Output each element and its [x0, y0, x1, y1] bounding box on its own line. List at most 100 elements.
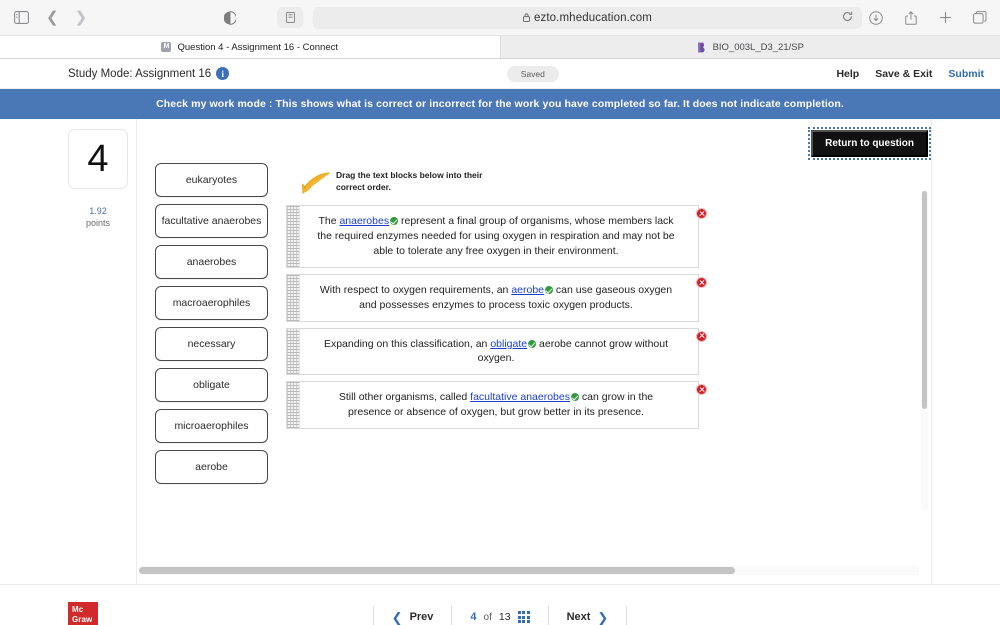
prev-button[interactable]: ❮ Prev	[373, 606, 453, 625]
drag-handle-icon[interactable]	[287, 382, 300, 428]
drag-instruction: Drag the text blocks below into their co…	[300, 167, 482, 197]
filled-answer[interactable]: facultative anaerobes	[470, 391, 570, 403]
word-chip-label: aerobe	[195, 461, 228, 473]
word-chip-label: macroaerophiles	[173, 297, 251, 309]
tab-strip: M Question 4 - Assignment 16 - Connect B…	[0, 35, 1000, 58]
vertical-scrollbar-thumb[interactable]	[922, 191, 927, 409]
study-mode-text: Study Mode: Assignment 16	[68, 68, 211, 80]
mcgraw-hill-logo: Mc Graw Hill	[68, 602, 98, 625]
word-chip[interactable]: necessary	[155, 327, 268, 361]
remove-answer-button[interactable]	[696, 208, 707, 219]
browser-toolbar: ❮ ❯	[0, 0, 1000, 35]
help-link[interactable]: Help	[836, 68, 859, 80]
drop-text-pre: The	[318, 215, 339, 227]
drop-text-pre: Still other organisms, called	[339, 391, 470, 403]
word-chip-label: microaerophiles	[174, 420, 248, 432]
drag-handle-icon[interactable]	[287, 329, 300, 375]
filled-answer[interactable]: anaerobes	[339, 215, 389, 227]
word-chip[interactable]: macroaerophiles	[155, 286, 268, 320]
reload-icon[interactable]	[842, 9, 853, 27]
drag-handle-icon[interactable]	[287, 206, 300, 267]
pagination: ❮ Prev 4 of 13 Next ❯	[373, 606, 628, 625]
sidebar-icon[interactable]	[12, 9, 30, 27]
question-body: Return to question 4 1.92 points eukaryo…	[0, 119, 1000, 584]
filled-answer[interactable]: aerobe	[511, 284, 544, 296]
word-chip[interactable]: microaerophiles	[155, 409, 268, 443]
points-value: 1.92	[68, 205, 128, 217]
logo-line-2: Graw	[72, 615, 98, 625]
extension-icon[interactable]	[277, 7, 303, 28]
lock-icon	[523, 9, 530, 27]
info-icon[interactable]: i	[216, 67, 229, 80]
word-chip-label: necessary	[188, 338, 236, 350]
correct-check-icon	[390, 217, 398, 225]
current-page: 4	[470, 611, 476, 623]
word-chip-label: eukaryotes	[186, 174, 237, 186]
next-label: Next	[567, 611, 591, 623]
app-header: Study Mode: Assignment 16 i Saved Help S…	[0, 59, 1000, 89]
chevron-right-icon: ❯	[597, 611, 608, 624]
word-chip[interactable]: facultative anaerobes	[155, 204, 268, 238]
grid-view-icon[interactable]	[518, 611, 530, 623]
total-pages: 13	[499, 611, 511, 623]
word-chip-label: obligate	[193, 379, 230, 391]
check-my-work-banner: Check my work mode : This shows what is …	[0, 89, 1000, 119]
instruction-line-2: correct order.	[336, 181, 482, 193]
back-arrow-icon[interactable]: ❮	[46, 10, 59, 25]
filled-answer[interactable]: obligate	[490, 338, 527, 350]
remove-answer-button[interactable]	[696, 277, 707, 288]
page-indicator: 4 of 13	[452, 606, 548, 625]
vertical-scrollbar[interactable]	[921, 191, 928, 509]
horizontal-scrollbar-thumb[interactable]	[139, 567, 735, 574]
reader-view-icon[interactable]	[221, 9, 239, 27]
header-links: Help Save & Exit Submit	[836, 68, 984, 80]
instruction-line-1: Drag the text blocks below into their	[336, 169, 482, 181]
drop-block[interactable]: Expanding on this classification, an obl…	[286, 328, 699, 376]
address-bar[interactable]: ezto.mheducation.com	[313, 7, 862, 29]
correct-check-icon	[571, 393, 579, 401]
drop-block-text: The anaerobes represent a final group of…	[300, 206, 698, 267]
submit-link[interactable]: Submit	[948, 68, 984, 80]
drop-block[interactable]: Still other organisms, called facultativ…	[286, 381, 699, 429]
next-button[interactable]: Next ❯	[549, 606, 628, 625]
drop-block[interactable]: With respect to oxygen requirements, an …	[286, 274, 699, 322]
word-chip[interactable]: eukaryotes	[155, 163, 268, 197]
drop-text-pre: With respect to oxygen requirements, an	[320, 284, 511, 296]
drop-zone-list: The anaerobes represent a final group of…	[286, 205, 699, 435]
drop-block-text: With respect to oxygen requirements, an …	[300, 275, 698, 321]
drag-handle-icon[interactable]	[287, 275, 300, 321]
save-and-exit-link[interactable]: Save & Exit	[875, 68, 932, 80]
drop-block-text: Still other organisms, called facultativ…	[300, 382, 698, 428]
browser-tab-connect[interactable]: M Question 4 - Assignment 16 - Connect	[0, 36, 501, 58]
horizontal-scrollbar[interactable]	[139, 566, 919, 575]
word-chip[interactable]: obligate	[155, 368, 268, 402]
new-tab-icon[interactable]	[938, 9, 954, 27]
page-of-label: of	[484, 612, 492, 623]
chevron-left-icon: ❮	[392, 611, 403, 624]
prev-label: Prev	[410, 611, 434, 623]
status-badge-saved: Saved	[507, 66, 559, 82]
word-chip[interactable]: aerobe	[155, 450, 268, 484]
browser-tab-title: BIO_003L_D3_21/SP	[713, 42, 804, 53]
browser-tab-title: Question 4 - Assignment 16 - Connect	[177, 42, 338, 53]
logo-line-1: Mc	[72, 605, 98, 615]
drag-instruction-text: Drag the text blocks below into their co…	[336, 167, 482, 194]
drop-text-pre: Expanding on this classification, an	[324, 338, 490, 350]
downloads-icon[interactable]	[868, 9, 884, 27]
url-text: ezto.mheducation.com	[534, 12, 652, 24]
remove-answer-button[interactable]	[696, 384, 707, 395]
browser-chrome: ❮ ❯	[0, 0, 1000, 59]
correct-check-icon	[528, 340, 536, 348]
blackboard-favicon	[697, 42, 707, 53]
forward-arrow-icon[interactable]: ❯	[75, 10, 88, 25]
footer: Mc Graw Hill ❮ Prev 4 of 13 Next ❯	[0, 584, 1000, 625]
word-chip-label: facultative anaerobes	[162, 215, 262, 227]
remove-answer-button[interactable]	[696, 331, 707, 342]
word-bank: eukaryotes facultative anaerobes anaerobes…	[155, 163, 268, 491]
return-to-question-button[interactable]: Return to question	[811, 130, 928, 157]
browser-tab-blackboard[interactable]: BIO_003L_D3_21/SP	[501, 36, 1000, 58]
drop-block[interactable]: The anaerobes represent a final group of…	[286, 205, 699, 268]
word-chip[interactable]: anaerobes	[155, 245, 268, 279]
share-icon[interactable]	[903, 9, 919, 27]
tab-overview-icon[interactable]	[972, 9, 988, 27]
